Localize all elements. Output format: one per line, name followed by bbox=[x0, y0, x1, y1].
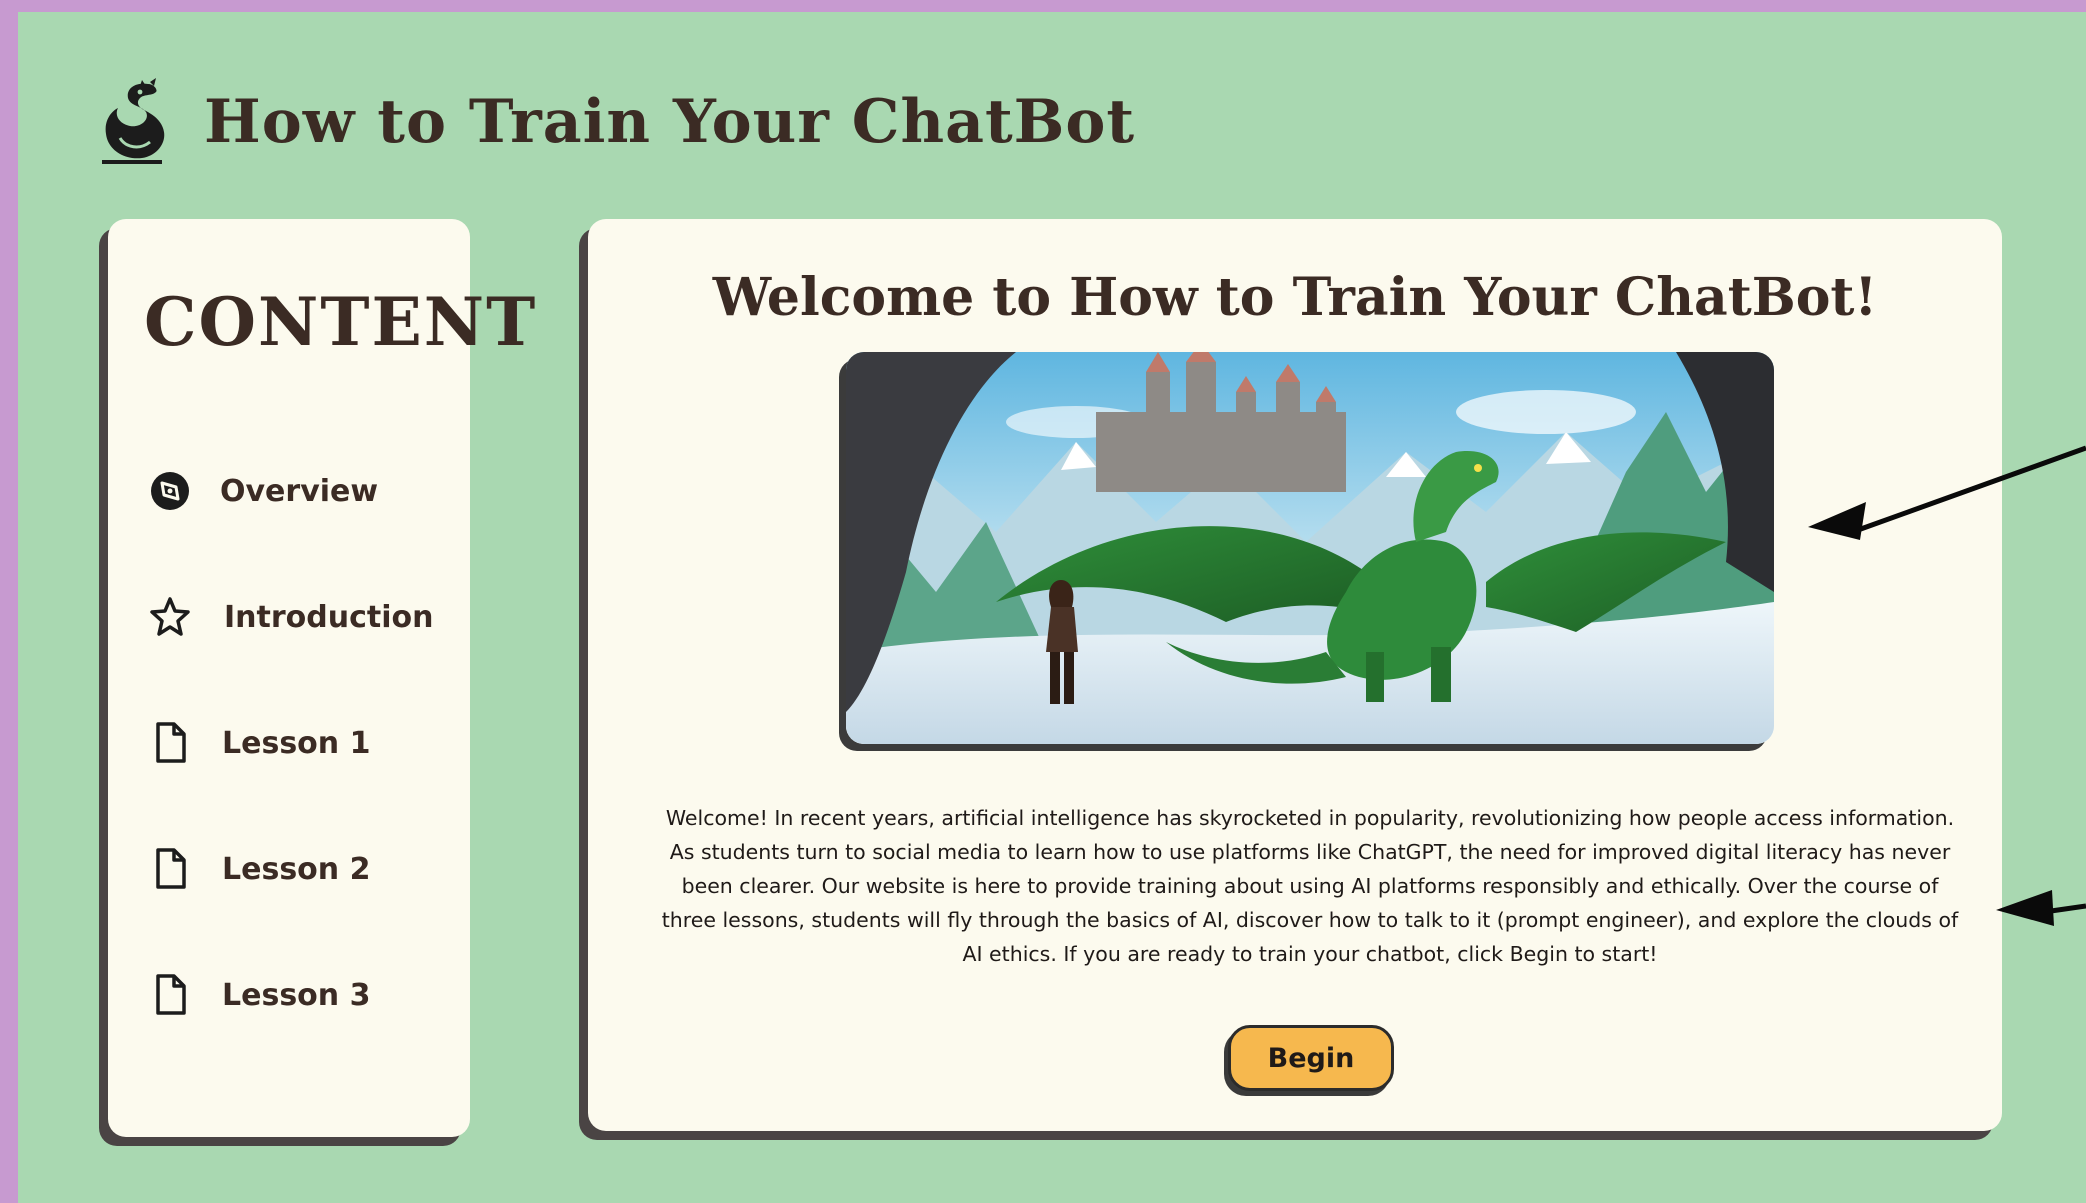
sidebar-item-lesson-2[interactable]: Lesson 2 bbox=[148, 847, 370, 891]
sidebar-item-label: Overview bbox=[220, 473, 379, 509]
star-icon bbox=[148, 595, 192, 639]
file-icon bbox=[148, 721, 192, 765]
sidebar-item-label: Lesson 2 bbox=[222, 851, 371, 887]
hero-image bbox=[846, 352, 1774, 744]
sidebar-item-label: Introduction bbox=[224, 599, 434, 635]
page-title: Welcome to How to Train Your ChatBot! bbox=[712, 267, 1878, 328]
content-sidebar: CONTENT Overview Introduction Lesson 1 L… bbox=[108, 219, 535, 1137]
begin-button[interactable]: Begin bbox=[1228, 1025, 1394, 1091]
sidebar-item-lesson-1[interactable]: Lesson 1 bbox=[148, 721, 370, 765]
sidebar-item-label: Lesson 3 bbox=[222, 977, 371, 1013]
site-header: How to Train Your ChatBot bbox=[96, 78, 1135, 166]
app-canvas: How to Train Your ChatBot CONTENT Overvi… bbox=[18, 12, 2086, 1203]
sidebar-heading: CONTENT bbox=[144, 283, 538, 361]
file-icon bbox=[148, 973, 192, 1017]
sidebar-item-lesson-3[interactable]: Lesson 3 bbox=[148, 973, 370, 1017]
sidebar-item-introduction[interactable]: Introduction bbox=[148, 595, 433, 639]
sidebar-item-overview[interactable]: Overview bbox=[148, 469, 378, 513]
file-icon bbox=[148, 847, 192, 891]
welcome-panel: Welcome to How to Train Your ChatBot! We… bbox=[588, 219, 2002, 1131]
compass-icon bbox=[148, 469, 192, 513]
sidebar-item-label: Lesson 1 bbox=[222, 725, 371, 761]
welcome-text: Welcome! In recent years, artificial int… bbox=[661, 806, 1959, 966]
dragon-logo-icon[interactable] bbox=[96, 78, 168, 166]
site-title: How to Train Your ChatBot bbox=[204, 87, 1136, 157]
